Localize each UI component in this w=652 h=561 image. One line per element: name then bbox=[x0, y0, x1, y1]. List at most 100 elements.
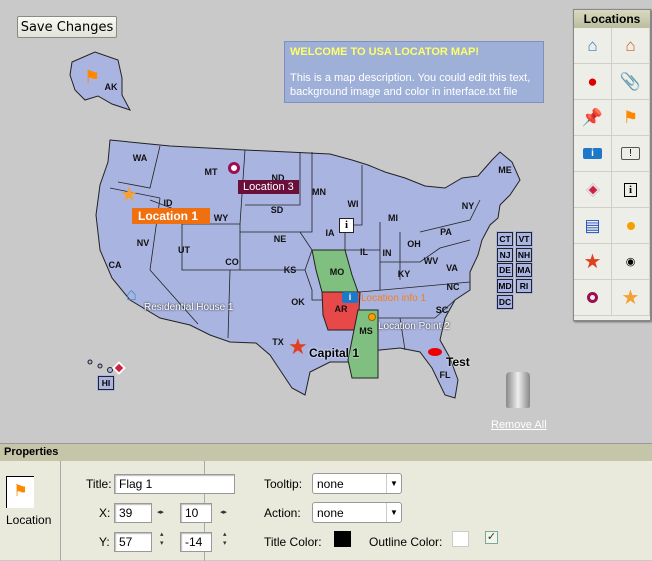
properties-panel: Properties ⚑ Location Title: Flag 1 X: 3… bbox=[0, 443, 652, 561]
pushpin-red-icon[interactable]: ● bbox=[574, 64, 612, 100]
state-label[interactable]: SD bbox=[271, 205, 284, 215]
x-offset-input[interactable]: 10 bbox=[180, 503, 212, 523]
location-info-label[interactable]: Location info 1 bbox=[361, 293, 426, 304]
state-label[interactable]: IL bbox=[360, 247, 368, 257]
location-3-label[interactable]: Location 3 bbox=[238, 180, 299, 194]
state-label[interactable]: MO bbox=[330, 267, 345, 277]
ring-icon[interactable] bbox=[574, 280, 612, 316]
outline-color-swatch[interactable] bbox=[452, 531, 469, 547]
chevron-down-icon: ▼ bbox=[386, 474, 401, 493]
state-label[interactable]: AR bbox=[335, 304, 348, 314]
state-label[interactable]: AK bbox=[105, 82, 118, 92]
tooltip-value: none bbox=[317, 477, 344, 491]
preview-flag-icon: ⚑ bbox=[6, 476, 34, 508]
orange-dot-marker-icon[interactable] bbox=[368, 313, 376, 321]
state-label[interactable]: ME bbox=[498, 165, 512, 175]
small-state-box[interactable]: RI bbox=[515, 278, 533, 294]
state-label[interactable]: WY bbox=[214, 213, 229, 223]
preview-label: Location bbox=[6, 513, 52, 527]
paperclip-icon[interactable]: 📎 bbox=[612, 64, 650, 100]
state-label[interactable]: OH bbox=[407, 239, 421, 249]
title-color-label: Title Color: bbox=[264, 535, 322, 549]
orange-star-icon[interactable]: ★ bbox=[612, 280, 650, 316]
small-state-box[interactable]: DE bbox=[496, 262, 514, 278]
flag-icon[interactable]: ⚑ bbox=[612, 100, 650, 136]
state-label[interactable]: NV bbox=[137, 238, 150, 248]
house-blue-icon[interactable]: ⌂ bbox=[574, 28, 612, 64]
state-label[interactable]: MT bbox=[205, 167, 218, 177]
state-label[interactable]: CA bbox=[109, 260, 122, 270]
small-state-box[interactable]: HI bbox=[97, 375, 115, 391]
red-star-icon[interactable]: ★ bbox=[574, 244, 612, 280]
house-orange-icon[interactable]: ⌂ bbox=[612, 28, 650, 64]
pushpin-marker-icon[interactable] bbox=[428, 348, 442, 356]
title-color-swatch[interactable] bbox=[334, 531, 351, 547]
red-star-marker-icon[interactable]: ★ bbox=[288, 334, 308, 360]
x-offset-stepper[interactable]: ◂▸ bbox=[220, 508, 227, 516]
state-label[interactable]: NC bbox=[447, 282, 460, 292]
exclamation-bubble-icon[interactable]: ! bbox=[612, 136, 650, 172]
orange-dot-icon[interactable] bbox=[612, 208, 650, 244]
x-label: X: bbox=[99, 506, 111, 520]
state-label[interactable]: NY bbox=[462, 201, 475, 211]
action-select[interactable]: none ▼ bbox=[312, 502, 402, 523]
x-input[interactable]: 39 bbox=[114, 503, 152, 523]
state-label[interactable]: ID bbox=[164, 198, 173, 208]
state-label[interactable]: KY bbox=[398, 269, 411, 279]
test-label[interactable]: Test bbox=[446, 355, 470, 369]
y-input[interactable]: 57 bbox=[114, 532, 152, 552]
title-label: Title: bbox=[86, 477, 112, 491]
state-label[interactable]: FL bbox=[440, 370, 451, 380]
x-stepper[interactable]: ◂▸ bbox=[157, 508, 164, 516]
state-label[interactable]: KS bbox=[284, 265, 297, 275]
thumbtack-icon[interactable]: 📌 bbox=[574, 100, 612, 136]
notepad-icon[interactable]: ▤ bbox=[574, 208, 612, 244]
state-label[interactable]: MS bbox=[359, 326, 373, 336]
state-label[interactable]: WV bbox=[424, 256, 439, 266]
state-label[interactable]: SC bbox=[436, 305, 449, 315]
state-label[interactable]: MN bbox=[312, 187, 326, 197]
state-label[interactable]: IN bbox=[383, 248, 392, 258]
y-offset-stepper[interactable]: ▴ ▾ bbox=[223, 530, 227, 548]
trash-icon[interactable] bbox=[506, 372, 530, 408]
remove-all-link[interactable]: Remove All bbox=[491, 419, 547, 431]
small-state-box[interactable]: NH bbox=[515, 247, 533, 263]
state-label[interactable]: WA bbox=[133, 153, 148, 163]
state-label[interactable]: TX bbox=[272, 337, 284, 347]
location-point-label[interactable]: Location Point 2 bbox=[378, 321, 450, 332]
description-title: WELCOME TO USA LOCATOR MAP! bbox=[290, 46, 480, 58]
y-offset-input[interactable]: -14 bbox=[180, 532, 212, 552]
state-label[interactable]: IA bbox=[326, 228, 335, 238]
state-label[interactable]: PA bbox=[440, 227, 452, 237]
state-label[interactable]: VA bbox=[446, 263, 458, 273]
info-marker-icon[interactable]: i bbox=[342, 292, 358, 303]
flag-marker-icon[interactable]: ⚑ bbox=[84, 67, 100, 88]
title-input[interactable]: Flag 1 bbox=[114, 474, 235, 494]
small-state-box[interactable]: VT bbox=[515, 231, 533, 247]
info-blue-icon[interactable]: i bbox=[574, 136, 612, 172]
state-label[interactable]: WI bbox=[348, 199, 359, 209]
info-box-marker-icon[interactable]: i bbox=[339, 218, 354, 233]
capital-label[interactable]: Capital 1 bbox=[309, 346, 359, 360]
outline-checkbox[interactable]: ✓ bbox=[485, 531, 498, 544]
info-box-icon[interactable]: i bbox=[612, 172, 650, 208]
tooltip-select[interactable]: none ▼ bbox=[312, 473, 402, 494]
state-label[interactable]: MI bbox=[388, 213, 398, 223]
small-state-box[interactable]: NJ bbox=[496, 247, 514, 263]
diamond-icon[interactable] bbox=[574, 172, 612, 208]
state-label[interactable]: CO bbox=[225, 257, 239, 267]
target-dot-icon[interactable]: ◉ bbox=[612, 244, 650, 280]
small-state-box[interactable]: MD bbox=[496, 278, 514, 294]
location-1-label[interactable]: Location 1 bbox=[132, 208, 210, 224]
small-state-box[interactable]: CT bbox=[496, 231, 514, 247]
residential-house-label[interactable]: Residential House 1 bbox=[144, 302, 234, 313]
small-state-box[interactable]: MA bbox=[515, 262, 533, 278]
state-label[interactable]: NE bbox=[274, 234, 287, 244]
ring-marker-icon[interactable] bbox=[228, 162, 240, 174]
star-marker-icon[interactable]: ★ bbox=[120, 182, 138, 207]
house-marker-icon[interactable]: ⌂ bbox=[126, 284, 137, 305]
state-label[interactable]: OK bbox=[291, 297, 305, 307]
small-state-box[interactable]: DC bbox=[496, 294, 514, 310]
y-stepper[interactable]: ▴ ▾ bbox=[160, 530, 164, 548]
state-label[interactable]: UT bbox=[178, 245, 190, 255]
